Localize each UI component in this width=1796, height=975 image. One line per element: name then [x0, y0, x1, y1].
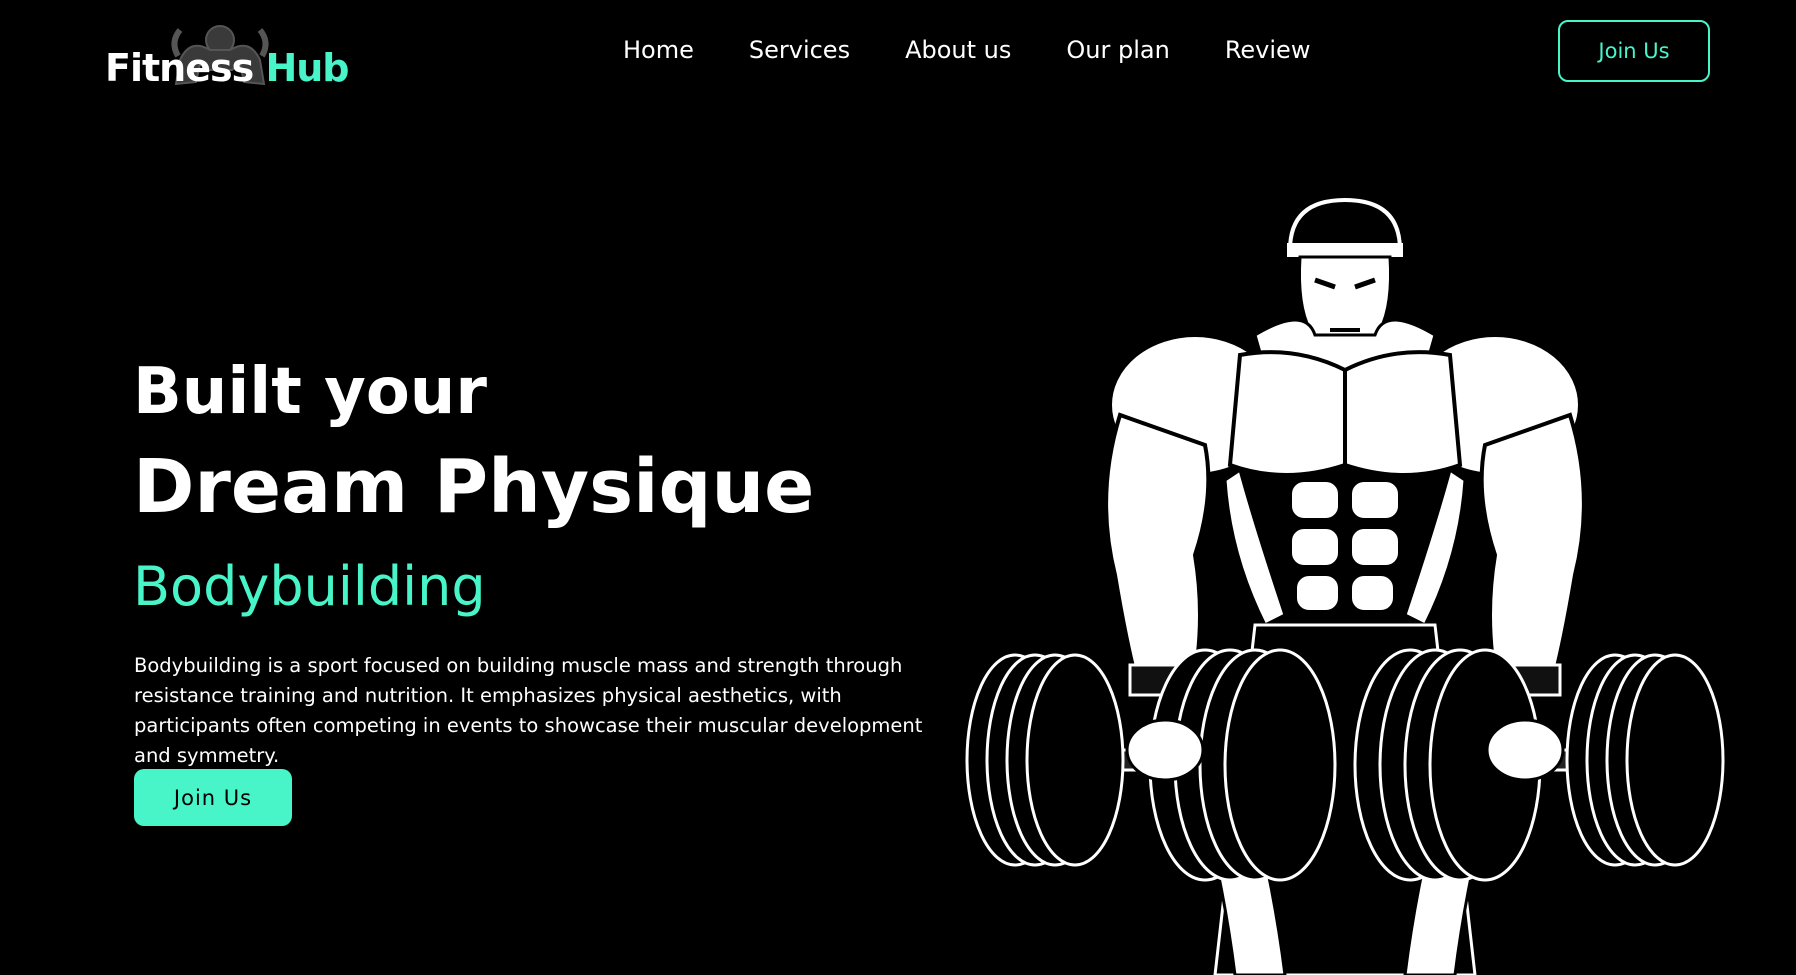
brand-word-hub: Hub: [265, 46, 349, 90]
nav-link-services[interactable]: Services: [749, 36, 850, 64]
brand-word-fitness: Fitness: [105, 46, 254, 90]
hero-heading-line1: Built your: [133, 355, 487, 429]
hero-join-button[interactable]: Join Us: [134, 769, 292, 826]
main-nav: Home Services About us Our plan Review: [623, 36, 1310, 64]
landing-page: Fitness Hub Home Services About us Our p…: [0, 0, 1796, 975]
brand-name: Fitness Hub: [105, 46, 350, 90]
nav-link-review[interactable]: Review: [1225, 36, 1311, 64]
hero-subheading: Bodybuilding: [133, 555, 486, 618]
bodybuilder-illustration: [965, 197, 1725, 975]
nav-link-plan[interactable]: Our plan: [1066, 36, 1169, 64]
hero-heading-line2: Dream Physique: [133, 444, 815, 530]
brand-logo[interactable]: Fitness Hub: [105, 20, 365, 90]
hero-description: Bodybuilding is a sport focused on build…: [134, 654, 923, 767]
nav-link-about[interactable]: About us: [905, 36, 1011, 64]
nav-join-button[interactable]: Join Us: [1558, 20, 1710, 82]
nav-link-home[interactable]: Home: [623, 36, 694, 64]
